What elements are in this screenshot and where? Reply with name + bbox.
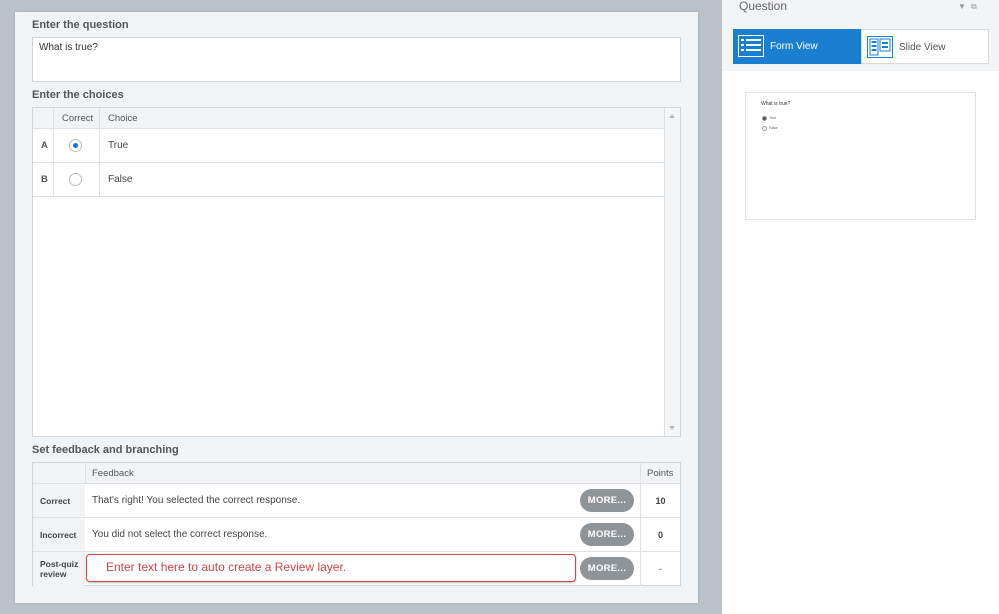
feedback-row-incorrect: Incorrect You did not select the correct… — [33, 518, 680, 552]
points-incorrect[interactable]: 0 — [640, 518, 680, 551]
column-divider — [99, 129, 100, 162]
feedback-table: Feedback Points Correct That's right! Yo… — [32, 462, 681, 586]
feedback-row-correct: Correct That's right! You selected the c… — [33, 484, 680, 518]
choice-row-b[interactable]: B False — [33, 163, 664, 197]
view-toggle: Form View Slide View — [733, 29, 989, 64]
column-divider — [99, 108, 100, 128]
column-divider — [640, 463, 641, 483]
column-divider — [53, 129, 54, 162]
slide-view-label: Slide View — [899, 42, 946, 53]
preview-choice-text: False — [769, 126, 778, 130]
preview-radio-icon — [762, 116, 767, 121]
feedback-row-label: Incorrect — [33, 518, 85, 551]
question-properties-panel: Question ▼ ⧉ Form View Slide View What i… — [722, 0, 999, 614]
column-divider — [99, 163, 100, 196]
slide-view-button[interactable]: Slide View — [861, 29, 989, 64]
points-correct[interactable]: 10 — [640, 484, 680, 517]
choice-text-a[interactable]: True — [108, 140, 128, 151]
points-column-header: Points — [647, 468, 674, 479]
correct-radio-a[interactable] — [69, 139, 82, 152]
slide-view-icon — [867, 36, 893, 58]
question-section-title: Enter the question — [32, 19, 129, 31]
points-review: - — [640, 552, 680, 586]
correct-column-header: Correct — [62, 113, 94, 124]
feedback-column-header: Feedback — [92, 468, 134, 479]
more-button-correct[interactable]: MORE... — [580, 489, 634, 512]
review-layer-input[interactable]: Enter text here to auto create a Review … — [86, 554, 576, 582]
feedback-text-incorrect[interactable]: You did not select the correct response. — [92, 529, 267, 540]
column-divider — [85, 463, 86, 483]
question-input[interactable]: What is true? — [32, 37, 681, 82]
scroll-down-arrow-icon[interactable] — [669, 426, 675, 430]
choices-table-header: Correct Choice — [33, 108, 664, 129]
scroll-up-arrow-icon[interactable] — [669, 114, 675, 118]
form-view-button[interactable]: Form View — [733, 29, 861, 64]
popout-window-icon[interactable]: ⧉ — [971, 2, 977, 12]
feedback-row-label: Correct — [33, 484, 85, 517]
column-divider — [53, 108, 54, 128]
slide-preview-thumbnail[interactable]: What is true? True False — [745, 92, 976, 220]
more-button-incorrect[interactable]: MORE... — [580, 523, 634, 546]
choice-column-header: Choice — [108, 113, 138, 124]
props-panel-body: What is true? True False — [722, 71, 999, 614]
feedback-text-correct[interactable]: That's right! You selected the correct r… — [92, 495, 300, 506]
choice-text-b[interactable]: False — [108, 174, 132, 185]
preview-radio-icon — [762, 126, 767, 131]
choices-section-title: Enter the choices — [32, 89, 124, 101]
feedback-row-post-quiz-review: Post-quiz review Enter text here to auto… — [33, 552, 680, 586]
form-view-icon — [738, 35, 764, 57]
more-button-review[interactable]: MORE... — [580, 557, 634, 580]
preview-question-text: What is true? — [761, 101, 791, 107]
feedback-section-title: Set feedback and branching — [32, 444, 179, 456]
feedback-table-header: Feedback Points — [33, 463, 680, 484]
correct-radio-b[interactable] — [69, 173, 82, 186]
form-view-label: Form View — [770, 41, 818, 52]
collapse-arrow-icon[interactable]: ▼ — [958, 2, 966, 11]
props-panel-title: Question — [739, 0, 788, 13]
choice-letter: A — [41, 140, 48, 151]
choices-table: Correct Choice A True B False — [32, 107, 681, 437]
feedback-row-label: Post-quiz review — [33, 552, 85, 586]
choice-letter: B — [41, 174, 48, 185]
choices-scrollbar[interactable] — [664, 108, 680, 436]
question-editor-panel: Enter the question What is true? Enter t… — [15, 12, 698, 603]
column-divider — [53, 163, 54, 196]
choice-row-a[interactable]: A True — [33, 129, 664, 163]
preview-choice-text: True — [769, 116, 777, 120]
